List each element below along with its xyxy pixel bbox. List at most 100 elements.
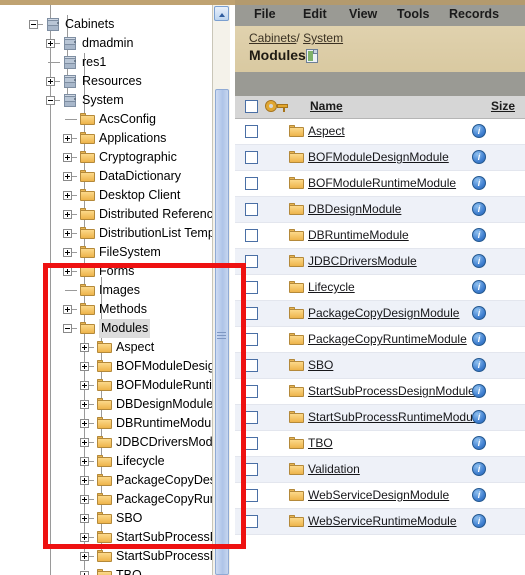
row-checkbox[interactable] — [245, 229, 258, 242]
file-name-link[interactable]: SBO — [308, 358, 333, 372]
tree-node-label[interactable]: FileSystem — [99, 243, 161, 262]
tree-node-label[interactable]: DataDictionary — [99, 167, 181, 186]
tree-node[interactable]: DBDesignModule — [0, 395, 212, 414]
tree-node-label[interactable]: Cabinets — [65, 15, 114, 34]
tree-expand-icon[interactable] — [80, 571, 89, 575]
file-name-link[interactable]: StartSubProcessDesignModule — [308, 384, 475, 398]
file-name-link[interactable]: Aspect — [308, 124, 345, 138]
tree-node[interactable]: Modules — [0, 319, 212, 338]
tree-expand-icon[interactable] — [46, 39, 55, 48]
tree-node-label[interactable]: Modules — [99, 319, 151, 338]
tree-node[interactable]: Images — [0, 281, 212, 300]
tree-expand-icon[interactable] — [63, 134, 72, 143]
tree-node-label[interactable]: BOFModuleDesignModule — [116, 357, 212, 376]
tree-node-label[interactable]: System — [82, 91, 124, 110]
info-icon[interactable]: i — [472, 410, 486, 424]
file-name-link[interactable]: WebServiceDesignModule — [308, 488, 449, 502]
tree-node[interactable]: DataDictionary — [0, 167, 212, 186]
row-checkbox[interactable] — [245, 203, 258, 216]
tree-node[interactable]: BOFModuleDesignModule — [0, 357, 212, 376]
row-checkbox[interactable] — [245, 307, 258, 320]
table-row[interactable]: JDBCDriversModule i — [235, 249, 525, 275]
table-row[interactable]: TBO i — [235, 431, 525, 457]
tree-node[interactable]: PackageCopyRuntimeMc — [0, 490, 212, 509]
file-name-link[interactable]: WebServiceRuntimeModule — [308, 514, 457, 528]
tree-expand-icon[interactable] — [80, 419, 89, 428]
file-name-link[interactable]: DBDesignModule — [308, 202, 401, 216]
info-icon[interactable]: i — [472, 462, 486, 476]
breadcrumb-item-system[interactable]: System — [303, 31, 343, 45]
row-checkbox[interactable] — [245, 151, 258, 164]
file-name-link[interactable]: BOFModuleDesignModule — [308, 150, 449, 164]
tree-node-label[interactable]: Applications — [99, 129, 166, 148]
scroll-up-arrow-icon[interactable] — [214, 6, 229, 21]
info-icon[interactable]: i — [472, 254, 486, 268]
tree-node-label[interactable]: BOFModuleRuntimeModu — [116, 376, 212, 395]
file-name-link[interactable]: TBO — [308, 436, 333, 450]
tree-node-label[interactable]: DistributionList Templates — [99, 224, 212, 243]
file-name-link[interactable]: JDBCDriversModule — [308, 254, 417, 268]
info-icon[interactable]: i — [472, 228, 486, 242]
tree-node-label[interactable]: PackageCopyRuntimeMc — [116, 490, 212, 509]
tree-node-label[interactable]: TBO — [116, 566, 142, 575]
tree-node[interactable]: JDBCDriversModule — [0, 433, 212, 452]
row-checkbox[interactable] — [245, 385, 258, 398]
tree-collapse-icon[interactable] — [29, 20, 38, 29]
row-checkbox[interactable] — [245, 515, 258, 528]
row-checkbox[interactable] — [245, 177, 258, 190]
tree-node-label[interactable]: Cryptographic — [99, 148, 177, 167]
row-checkbox[interactable] — [245, 255, 258, 268]
tree-expand-icon[interactable] — [80, 400, 89, 409]
table-row[interactable]: StartSubProcessDesignModule i — [235, 379, 525, 405]
tree-node-label[interactable]: DBRuntimeModule — [116, 414, 212, 433]
breadcrumb-item-cabinets[interactable]: Cabinets — [249, 31, 296, 45]
info-icon[interactable]: i — [472, 436, 486, 450]
tree-expand-icon[interactable] — [63, 267, 72, 276]
tree-expand-icon[interactable] — [63, 305, 72, 314]
menu-item-edit[interactable]: Edit — [303, 7, 327, 21]
tree-node[interactable]: FileSystem — [0, 243, 212, 262]
tree-node-label[interactable]: StartSubProcessDesignM — [116, 528, 212, 547]
info-icon[interactable]: i — [472, 202, 486, 216]
tree-expand-icon[interactable] — [80, 381, 89, 390]
tree-node-label[interactable]: PackageCopyDesignMod — [116, 471, 212, 490]
tree-node[interactable]: System — [0, 91, 212, 110]
tree-node[interactable]: Resources — [0, 72, 212, 91]
table-row[interactable]: WebServiceDesignModule i — [235, 483, 525, 509]
table-row[interactable]: PackageCopyDesignModule i — [235, 301, 525, 327]
tree-node-label[interactable]: Desktop Client — [99, 186, 180, 205]
tree-node[interactable]: PackageCopyDesignMod — [0, 471, 212, 490]
tree-expand-icon[interactable] — [80, 514, 89, 523]
column-header-name[interactable]: Name — [310, 99, 343, 113]
tree-node-label[interactable]: dmadmin — [82, 34, 133, 53]
file-name-link[interactable]: StartSubProcessRuntimeModule — [308, 410, 482, 424]
tree-node[interactable]: res1 — [0, 53, 212, 72]
folder-tree-pane[interactable]: Cabinets dmadmin res1 Resources System AcsCon… — [0, 5, 212, 575]
row-checkbox[interactable] — [245, 125, 258, 138]
tree-node[interactable]: BOFModuleRuntimeModu — [0, 376, 212, 395]
file-name-link[interactable]: Lifecycle — [308, 280, 355, 294]
tree-expand-icon[interactable] — [80, 343, 89, 352]
tree-node[interactable]: Cryptographic — [0, 148, 212, 167]
file-name-link[interactable]: PackageCopyRuntimeModule — [308, 332, 467, 346]
tree-expand-icon[interactable] — [80, 362, 89, 371]
menu-item-view[interactable]: View — [349, 7, 377, 21]
menu-item-file[interactable]: File — [254, 7, 276, 21]
tree-node-label[interactable]: Forms — [99, 262, 134, 281]
menu-item-records[interactable]: Records — [449, 7, 499, 21]
column-header-size[interactable]: Size — [491, 99, 515, 113]
tree-node-label[interactable]: Lifecycle — [116, 452, 165, 471]
select-all-checkbox[interactable] — [245, 100, 258, 113]
tree-node[interactable]: AcsConfig — [0, 110, 212, 129]
tree-node[interactable]: Applications — [0, 129, 212, 148]
tree-node-label[interactable]: JDBCDriversModule — [116, 433, 212, 452]
tree-node[interactable]: DBRuntimeModule — [0, 414, 212, 433]
info-icon[interactable]: i — [472, 488, 486, 502]
table-row[interactable]: DBRuntimeModule i — [235, 223, 525, 249]
file-name-link[interactable]: BOFModuleRuntimeModule — [308, 176, 456, 190]
tree-node-label[interactable]: SBO — [116, 509, 142, 528]
tree-expand-icon[interactable] — [80, 438, 89, 447]
menu-item-tools[interactable]: Tools — [397, 7, 429, 21]
tree-expand-icon[interactable] — [80, 533, 89, 542]
info-icon[interactable]: i — [472, 358, 486, 372]
